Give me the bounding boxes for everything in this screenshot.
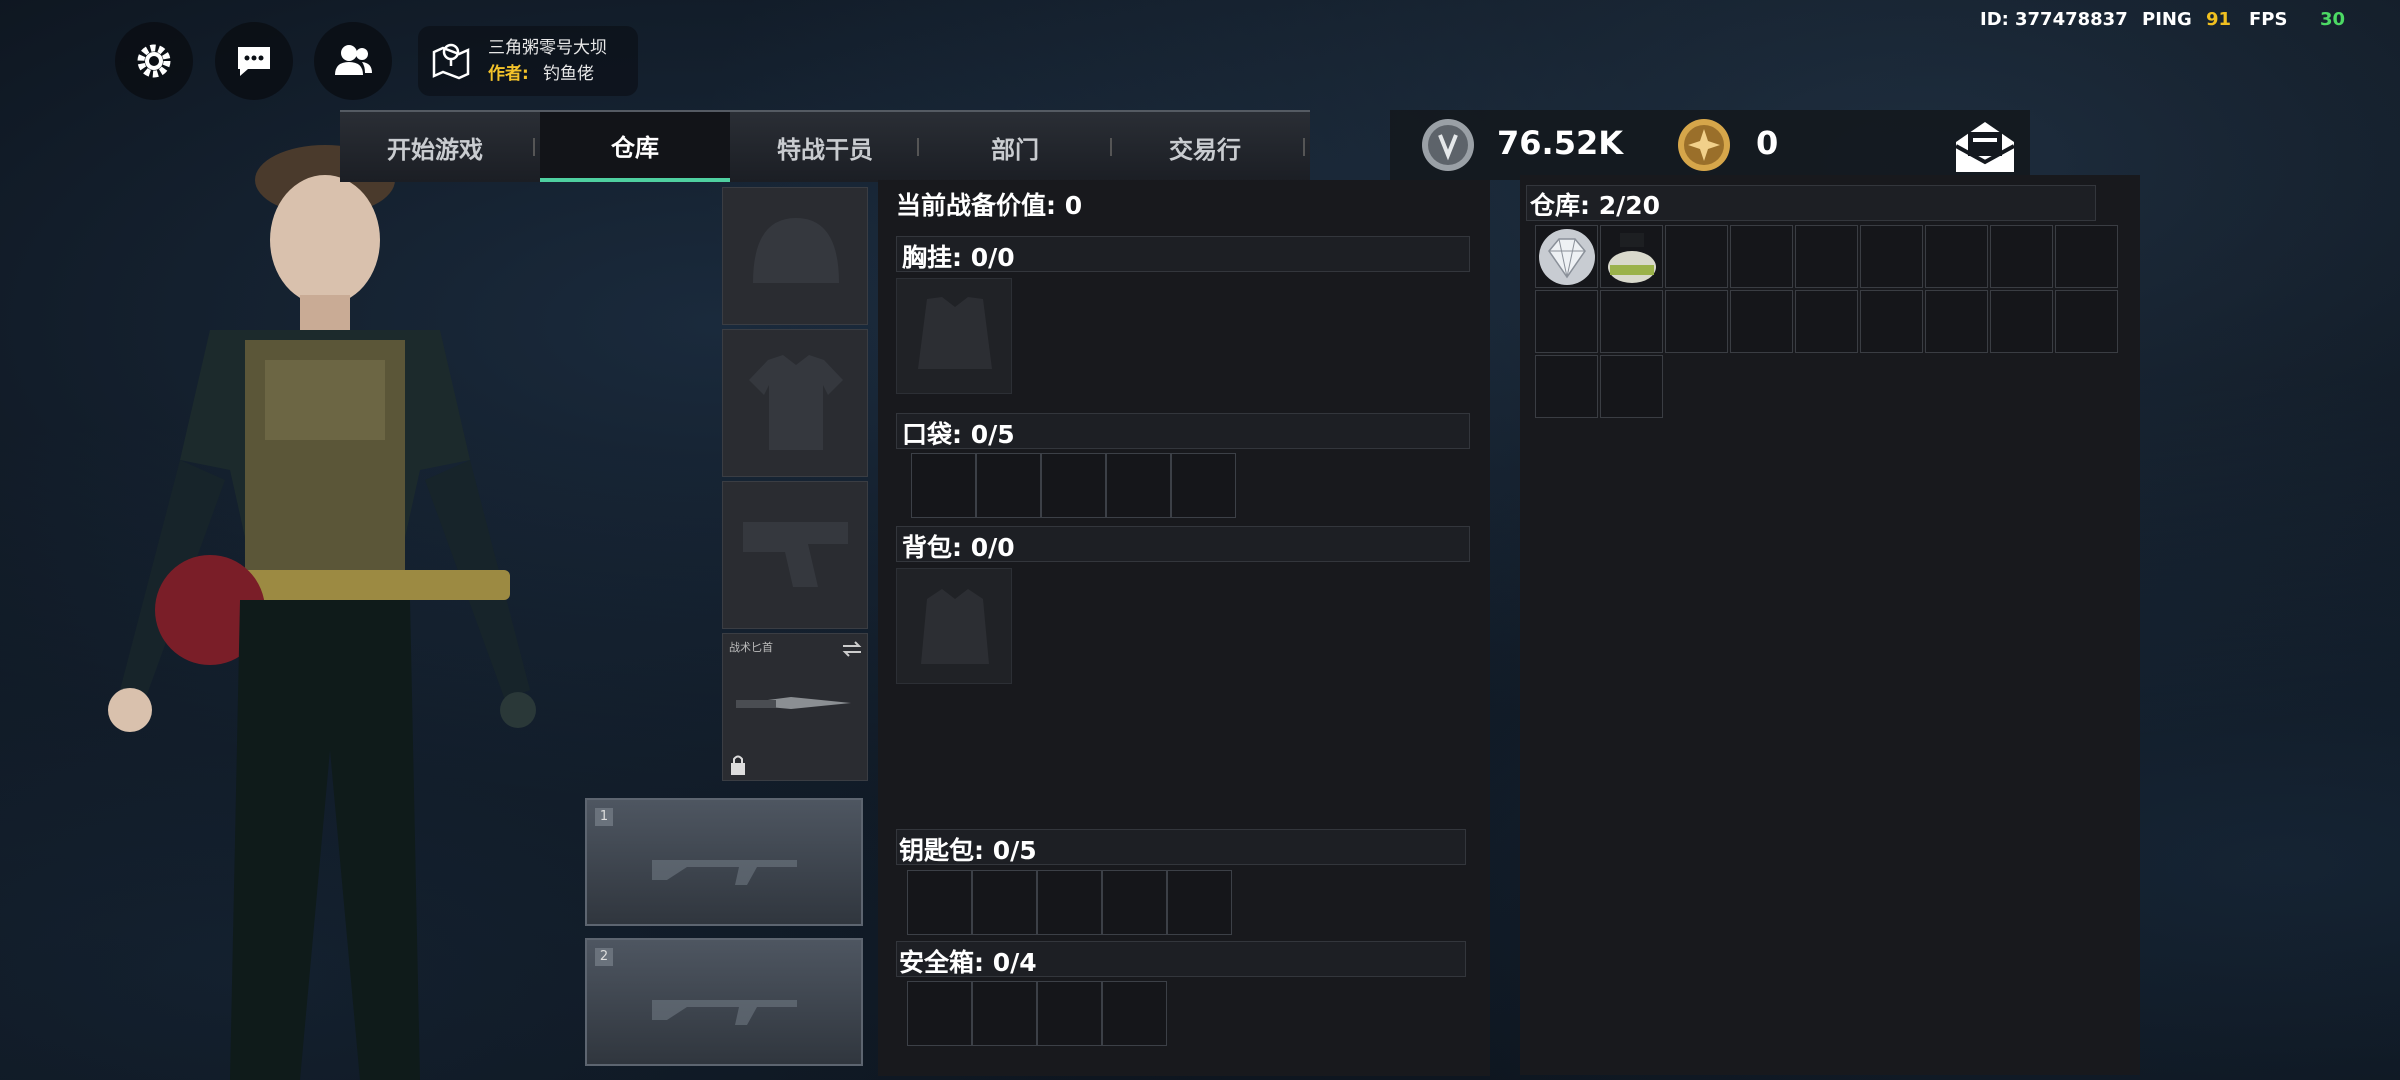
- pistol-slot[interactable]: [722, 481, 868, 629]
- warehouse-slot[interactable]: [1925, 225, 1988, 288]
- backpack-label: 背包: 0/0: [902, 533, 1015, 562]
- ping-label: PING: [2142, 9, 2192, 30]
- settings-button[interactable]: [115, 22, 193, 100]
- safe-box-slot[interactable]: [907, 981, 972, 1046]
- map-title: 三角粥零号大坝: [488, 38, 607, 58]
- key-slot[interactable]: [1037, 870, 1102, 935]
- pocket-slot[interactable]: [1171, 453, 1236, 518]
- warehouse-slot[interactable]: [1925, 290, 1988, 353]
- warehouse-slot[interactable]: [1665, 290, 1728, 353]
- friends-icon: [335, 45, 372, 75]
- safe-box-slot[interactable]: [1037, 981, 1102, 1046]
- gas-canister-item-icon[interactable]: [1602, 227, 1662, 287]
- vest-icon: [918, 297, 992, 369]
- chest-rig-label: 胸挂: 0/0: [902, 243, 1015, 272]
- helmet-slot[interactable]: [722, 187, 868, 325]
- warehouse-slot[interactable]: [1535, 290, 1598, 353]
- chat-icon: [238, 47, 270, 76]
- pocket-slot[interactable]: [911, 453, 976, 518]
- gear-icon: [137, 44, 171, 78]
- fps-label: FPS: [2249, 9, 2288, 30]
- warehouse-slot[interactable]: [1860, 225, 1923, 288]
- primary-weapon-slot[interactable]: 1: [585, 798, 863, 926]
- gold-coin-icon: [1678, 119, 1730, 171]
- loadout-value: 当前战备价值: 0: [896, 191, 1083, 220]
- warehouse-slot[interactable]: [1535, 355, 1598, 418]
- pocket-slot[interactable]: [1041, 453, 1106, 518]
- main-nav: 开始游戏 仓库 特战干员 部门 交易行: [340, 110, 1310, 182]
- mail-icon[interactable]: [1952, 118, 2018, 176]
- warehouse-slot[interactable]: [1795, 225, 1858, 288]
- warehouse-slot[interactable]: [1795, 290, 1858, 353]
- character-model: [108, 145, 536, 1080]
- warehouse-slot[interactable]: [1860, 290, 1923, 353]
- rifle-icon: [652, 1000, 797, 1025]
- pockets-label: 口袋: 0/5: [902, 420, 1015, 449]
- key-pouch-label: 钥匙包: 0/5: [899, 836, 1037, 865]
- gold-amount: 0: [1756, 124, 1779, 162]
- rifle-icon: [652, 860, 797, 885]
- weapon-slot-number: 2: [595, 948, 613, 966]
- author-name: 钓鱼佬: [543, 64, 594, 84]
- currency-bar: 76.52K 0: [1390, 110, 2030, 180]
- armor-slot[interactable]: [722, 329, 868, 477]
- warehouse-slot[interactable]: [1665, 225, 1728, 288]
- pocket-slot[interactable]: [1106, 453, 1171, 518]
- pistol-icon: [743, 522, 848, 587]
- melee-label: 战术匕首: [729, 641, 773, 654]
- weapon-slot-number: 1: [595, 808, 613, 826]
- chat-button[interactable]: [215, 22, 293, 100]
- safe-box-slot[interactable]: [1102, 981, 1167, 1046]
- secondary-weapon-slot[interactable]: 2: [585, 938, 863, 1066]
- player-id-label: ID:: [1980, 9, 2009, 30]
- player-id: 377478837: [2015, 9, 2128, 30]
- key-slot[interactable]: [1102, 870, 1167, 935]
- warehouse-slot[interactable]: [1730, 290, 1793, 353]
- key-slot[interactable]: [972, 870, 1037, 935]
- friends-button[interactable]: [314, 22, 392, 100]
- tab-department[interactable]: 部门: [920, 112, 1110, 182]
- chest-rig-slot[interactable]: [896, 278, 1012, 394]
- tab-warehouse[interactable]: 仓库: [540, 112, 730, 182]
- key-slot[interactable]: [1167, 870, 1232, 935]
- warehouse-slot[interactable]: [2055, 225, 2118, 288]
- warehouse-slot[interactable]: [1990, 225, 2053, 288]
- silver-amount: 76.52K: [1497, 124, 1624, 162]
- warehouse-slot[interactable]: [1990, 290, 2053, 353]
- armor-icon: [749, 355, 843, 450]
- warehouse-slot[interactable]: [2055, 290, 2118, 353]
- map-pin-icon: [432, 43, 470, 80]
- backpack-icon: [921, 589, 989, 664]
- pocket-slot[interactable]: [976, 453, 1041, 518]
- knife-icon: [736, 697, 851, 709]
- helmet-icon: [753, 218, 839, 283]
- warehouse-slot[interactable]: [1600, 290, 1663, 353]
- ping-value: 91: [2206, 9, 2232, 30]
- fps-value: 30: [2320, 9, 2346, 30]
- warehouse-slot[interactable]: [1600, 355, 1663, 418]
- tab-operators[interactable]: 特战干员: [730, 112, 920, 182]
- key-slot[interactable]: [907, 870, 972, 935]
- tab-divider: [1303, 138, 1305, 156]
- backpack-slot[interactable]: [896, 568, 1012, 684]
- silver-coin-icon: [1422, 119, 1474, 171]
- tab-trade[interactable]: 交易行: [1110, 112, 1300, 182]
- safe-box-label: 安全箱: 0/4: [899, 948, 1037, 977]
- swap-icon[interactable]: [841, 640, 863, 658]
- author-label: 作者:: [488, 64, 529, 84]
- lock-icon: [731, 755, 745, 775]
- melee-slot[interactable]: 战术匕首: [722, 633, 868, 781]
- tab-start-game[interactable]: 开始游戏: [340, 112, 530, 182]
- tab-divider: [917, 138, 919, 156]
- safe-box-slot[interactable]: [972, 981, 1037, 1046]
- diamond-item-icon[interactable]: [1537, 227, 1597, 287]
- warehouse-slot[interactable]: [1730, 225, 1793, 288]
- tab-divider: [533, 138, 535, 156]
- warehouse-capacity: 仓库: 2/20: [1530, 191, 1661, 220]
